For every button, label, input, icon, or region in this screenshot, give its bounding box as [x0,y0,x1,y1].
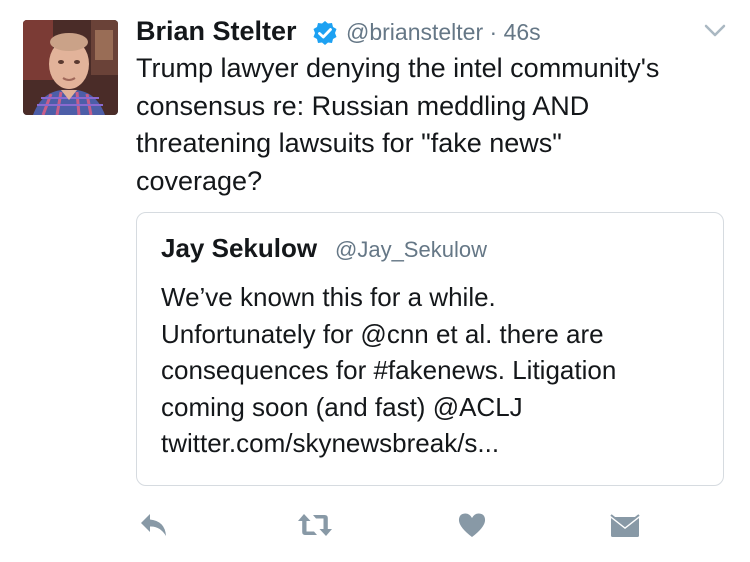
separator-dot: · [489,19,498,45]
heart-icon[interactable] [457,505,487,545]
quoted-author-handle: @Jay_Sekulow [335,237,487,262]
retweet-icon[interactable] [296,505,334,545]
quoted-author-name: Jay Sekulow [161,233,318,263]
tweet-header: Brian Stelter @brianstelter · 46s [136,14,730,52]
quoted-tweet-card[interactable]: Jay Sekulow @Jay_Sekulow We’ve known thi… [136,212,724,486]
tweet-text-line: consensus re: Russian meddling AND [136,90,590,121]
tweet-text-line: coverage? [136,165,263,196]
quoted-text-line: consequences for #fakenews. Litigation [161,355,617,385]
tweet-text-line: threatening lawsuits for "fake news" [136,128,562,158]
quoted-tweet-text: We’ve known this for a while. Unfortunat… [161,279,711,462]
quoted-text-line: coming soon (and fast) @ACLJ [161,391,523,422]
tweet-actions [0,505,750,545]
verified-badge-icon [312,20,338,46]
timestamp[interactable]: 46s [504,19,541,45]
author-name[interactable]: Brian Stelter [136,16,297,47]
author-handle[interactable]: @brianstelter [346,19,483,45]
chevron-down-icon[interactable] [704,24,726,38]
direct-message-icon[interactable] [609,505,641,545]
avatar[interactable] [23,20,118,115]
tweet-text: Trump lawyer denying the intel community… [136,50,726,200]
tweet-text-line: Trump lawyer denying the intel community… [136,53,660,83]
quoted-text-line: Unfortunately for @cnn et al. there are [161,318,604,349]
author-handle-line: @brianstelter · 46s [346,19,541,46]
quoted-text-line: twitter.com/skynewsbreak/s... [161,428,500,458]
quoted-text-line: We’ve known this for a while. [161,282,496,312]
reply-icon[interactable] [138,505,170,545]
